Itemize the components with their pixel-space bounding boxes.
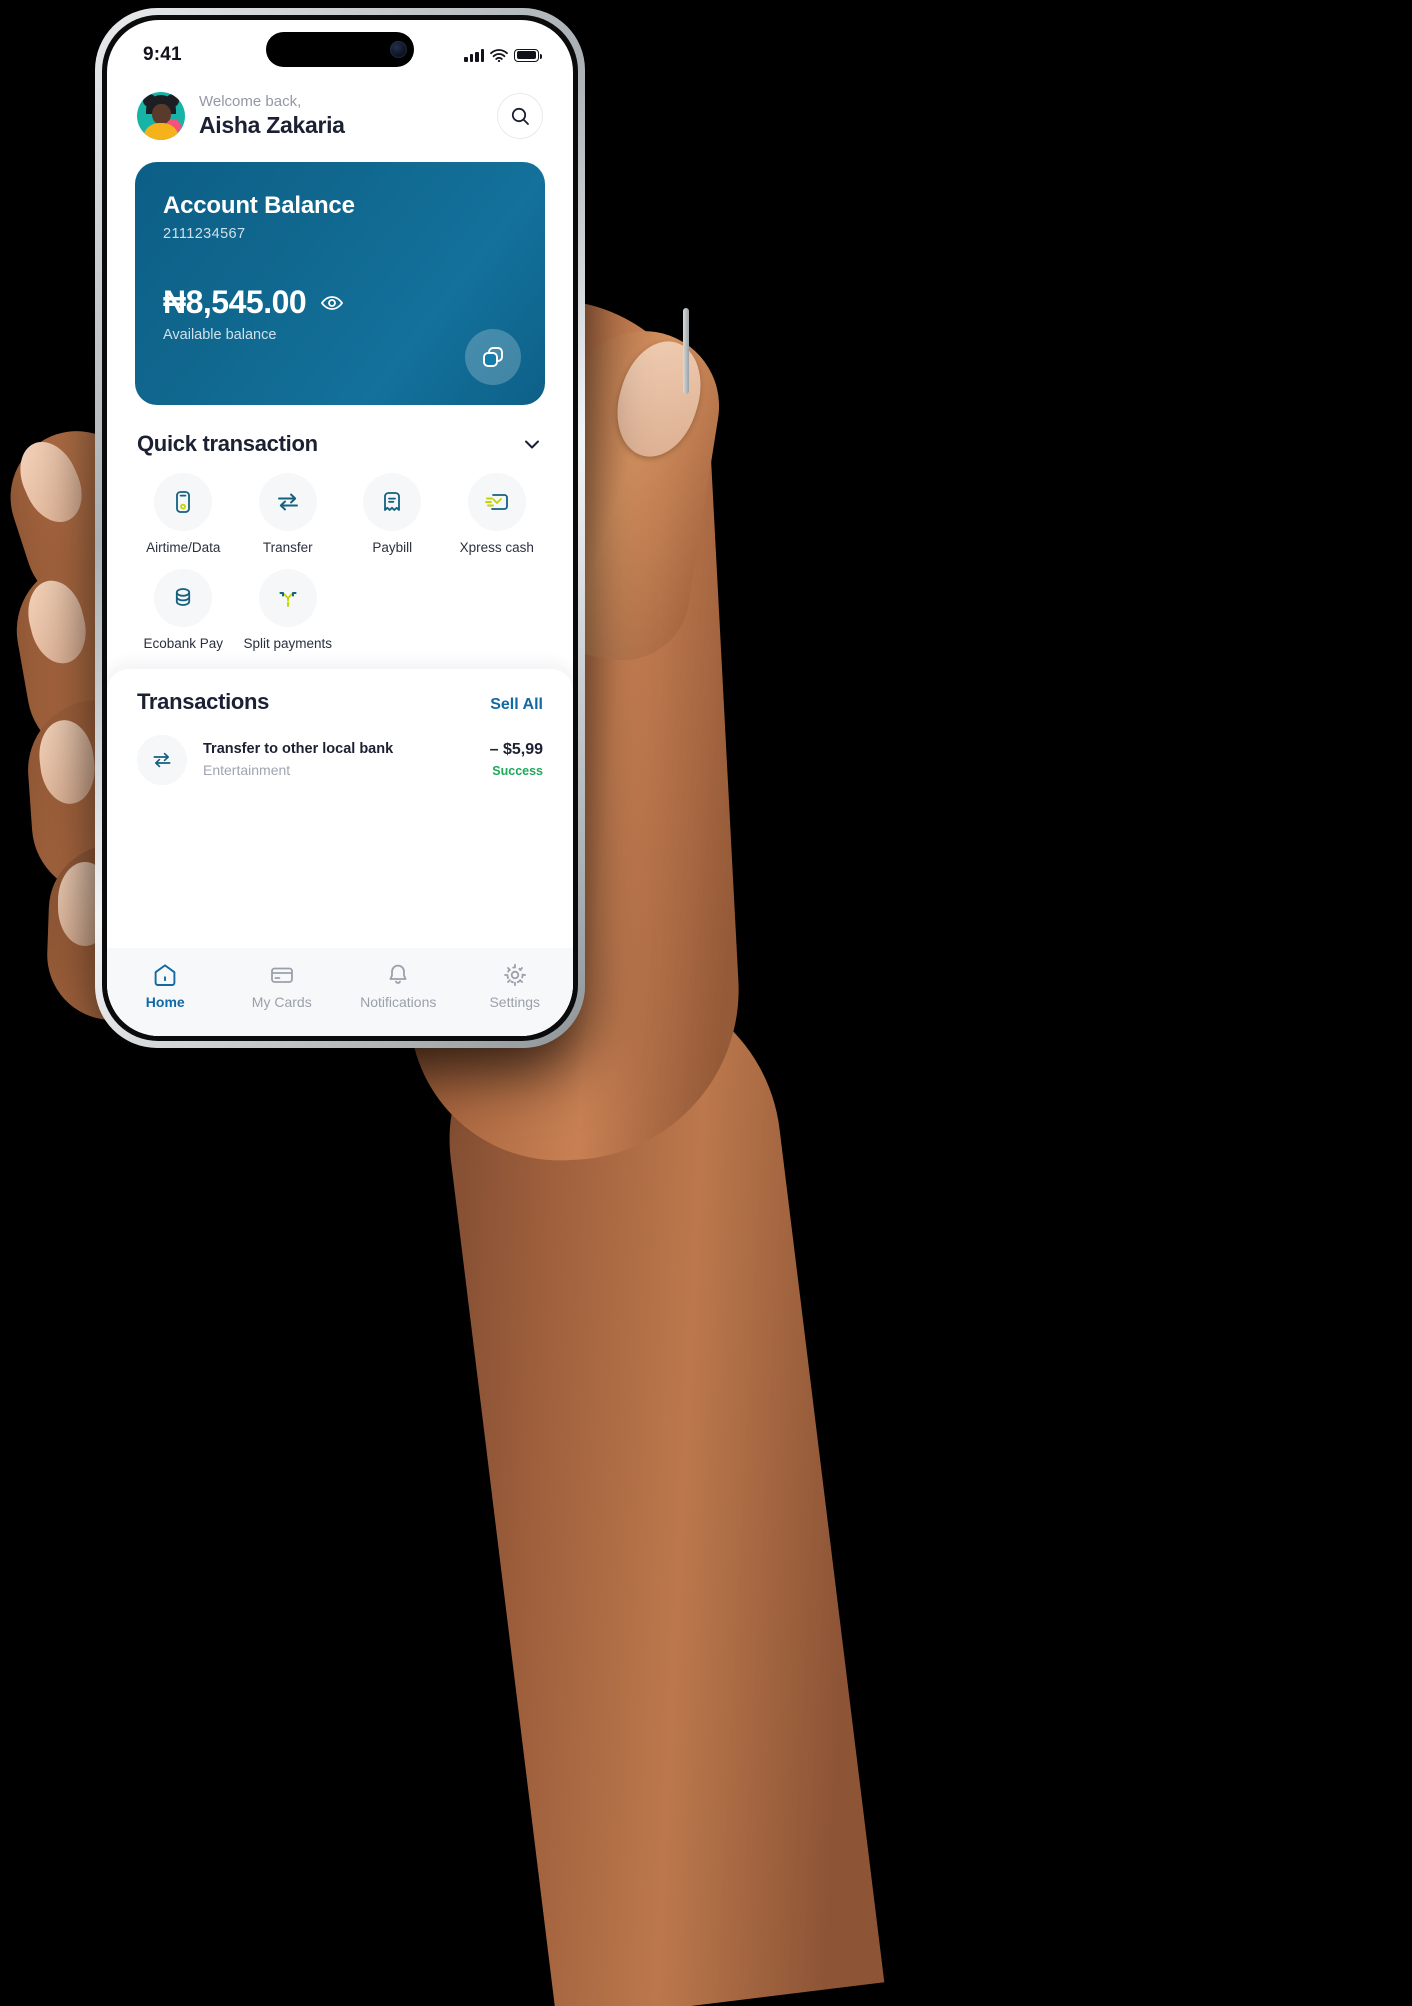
bell-icon bbox=[389, 964, 407, 984]
quick-action-label: Airtime/Data bbox=[146, 540, 221, 555]
welcome-block: Welcome back, Aisha Zakaria bbox=[199, 93, 483, 140]
transfer-arrows-icon bbox=[137, 735, 187, 785]
quick-action-label: Xpress cash bbox=[459, 540, 534, 555]
transactions-header: Transactions Sell All bbox=[137, 689, 543, 715]
wifi-icon bbox=[490, 48, 508, 62]
welcome-label: Welcome back, bbox=[199, 92, 302, 110]
home-icon bbox=[154, 964, 176, 986]
nav-item-notifications[interactable]: Notifications bbox=[340, 962, 457, 1010]
status-bar: 9:41 bbox=[107, 20, 573, 76]
copy-icon bbox=[483, 347, 503, 367]
xpress-cash-icon bbox=[467, 473, 526, 531]
quick-action-grid: Airtime/Data Transfer Paybill Xpress cas… bbox=[107, 457, 573, 651]
account-balance-card[interactable]: Account Balance 2111234567 ₦8,545.00 Ava… bbox=[135, 162, 545, 405]
cellular-signal-icon bbox=[464, 49, 484, 62]
copy-account-button[interactable] bbox=[465, 329, 521, 385]
phone-device: 9:41 Welcome back, Aisha Zakaria Account… bbox=[95, 8, 689, 1048]
nav-label: Home bbox=[145, 994, 185, 1010]
transactions-title: Transactions bbox=[137, 689, 270, 714]
nav-item-my-cards[interactable]: My Cards bbox=[224, 962, 341, 1010]
user-name: Aisha Zakaria bbox=[199, 111, 345, 138]
search-button[interactable] bbox=[497, 93, 543, 139]
status-clock: 9:41 bbox=[143, 44, 182, 65]
status-indicators bbox=[464, 48, 542, 62]
quick-action-label: Ecobank Pay bbox=[143, 636, 224, 651]
transaction-amount: – $5,99 bbox=[489, 741, 543, 759]
eye-icon[interactable] bbox=[320, 291, 344, 315]
transfer-arrows-icon bbox=[258, 473, 317, 531]
dynamic-island bbox=[266, 32, 414, 67]
phone-screen: 9:41 Welcome back, Aisha Zakaria Account… bbox=[107, 20, 573, 1036]
receipt-icon bbox=[363, 473, 422, 531]
power-button[interactable] bbox=[683, 308, 689, 394]
split-arrows-icon bbox=[258, 569, 317, 627]
quick-action-xpress-cash[interactable]: Xpress cash bbox=[445, 473, 550, 555]
quick-action-label: Paybill bbox=[372, 540, 413, 555]
see-all-link[interactable]: Sell All bbox=[490, 696, 543, 714]
quick-action-label: Transfer bbox=[262, 540, 313, 555]
quick-transaction-title: Quick transaction bbox=[137, 431, 318, 456]
nav-label: Settings bbox=[489, 994, 541, 1010]
amount-row: ₦8,545.00 bbox=[163, 284, 517, 321]
available-balance-label: Available balance bbox=[163, 327, 277, 343]
card-icon bbox=[270, 967, 293, 983]
mobile-phone-icon bbox=[154, 473, 213, 531]
chevron-down-icon[interactable] bbox=[521, 433, 543, 455]
screenshot-canvas: 9:41 Welcome back, Aisha Zakaria Account… bbox=[0, 0, 1412, 2006]
transaction-row[interactable]: Transfer to other local bank Entertainme… bbox=[137, 735, 543, 785]
search-icon bbox=[511, 107, 529, 125]
phone-bezel: 9:41 Welcome back, Aisha Zakaria Account… bbox=[102, 15, 578, 1041]
quick-action-split-payments[interactable]: Split payments bbox=[236, 569, 341, 651]
nav-item-home[interactable]: Home bbox=[107, 962, 224, 1010]
account-number: 2111234567 bbox=[163, 226, 246, 242]
balance-amount: ₦8,545.00 bbox=[163, 284, 307, 320]
coins-stack-icon bbox=[154, 569, 213, 627]
transaction-info: Transfer to other local bank Entertainme… bbox=[203, 740, 474, 779]
quick-transaction-header: Quick transaction bbox=[107, 405, 573, 457]
nav-item-settings[interactable]: Settings bbox=[457, 962, 574, 1010]
bottom-navigation: Home My Cards Notifications Settings bbox=[107, 948, 573, 1036]
front-camera-icon bbox=[390, 41, 407, 58]
transaction-category: Entertainment bbox=[203, 762, 291, 779]
app-header: Welcome back, Aisha Zakaria bbox=[107, 76, 573, 146]
quick-action-paybill[interactable]: Paybill bbox=[340, 473, 445, 555]
nav-label: Notifications bbox=[360, 994, 437, 1010]
nav-label: My Cards bbox=[251, 994, 312, 1010]
transactions-panel: Transactions Sell All Transfer to other … bbox=[107, 669, 573, 948]
gear-icon bbox=[503, 963, 526, 987]
quick-action-transfer[interactable]: Transfer bbox=[236, 473, 341, 555]
transaction-amount-block: – $5,99 Success bbox=[490, 740, 543, 779]
quick-action-label: Split payments bbox=[243, 636, 333, 651]
avatar[interactable] bbox=[137, 92, 185, 140]
transaction-name: Transfer to other local bank bbox=[203, 741, 394, 758]
card-title: Account Balance bbox=[163, 192, 355, 219]
status-badge: Success bbox=[492, 764, 543, 779]
quick-action-airtime-data[interactable]: Airtime/Data bbox=[131, 473, 236, 555]
quick-action-ecobank-pay[interactable]: Ecobank Pay bbox=[131, 569, 236, 651]
battery-icon bbox=[514, 48, 542, 62]
app-content: Welcome back, Aisha Zakaria Account Bala… bbox=[107, 76, 573, 1036]
